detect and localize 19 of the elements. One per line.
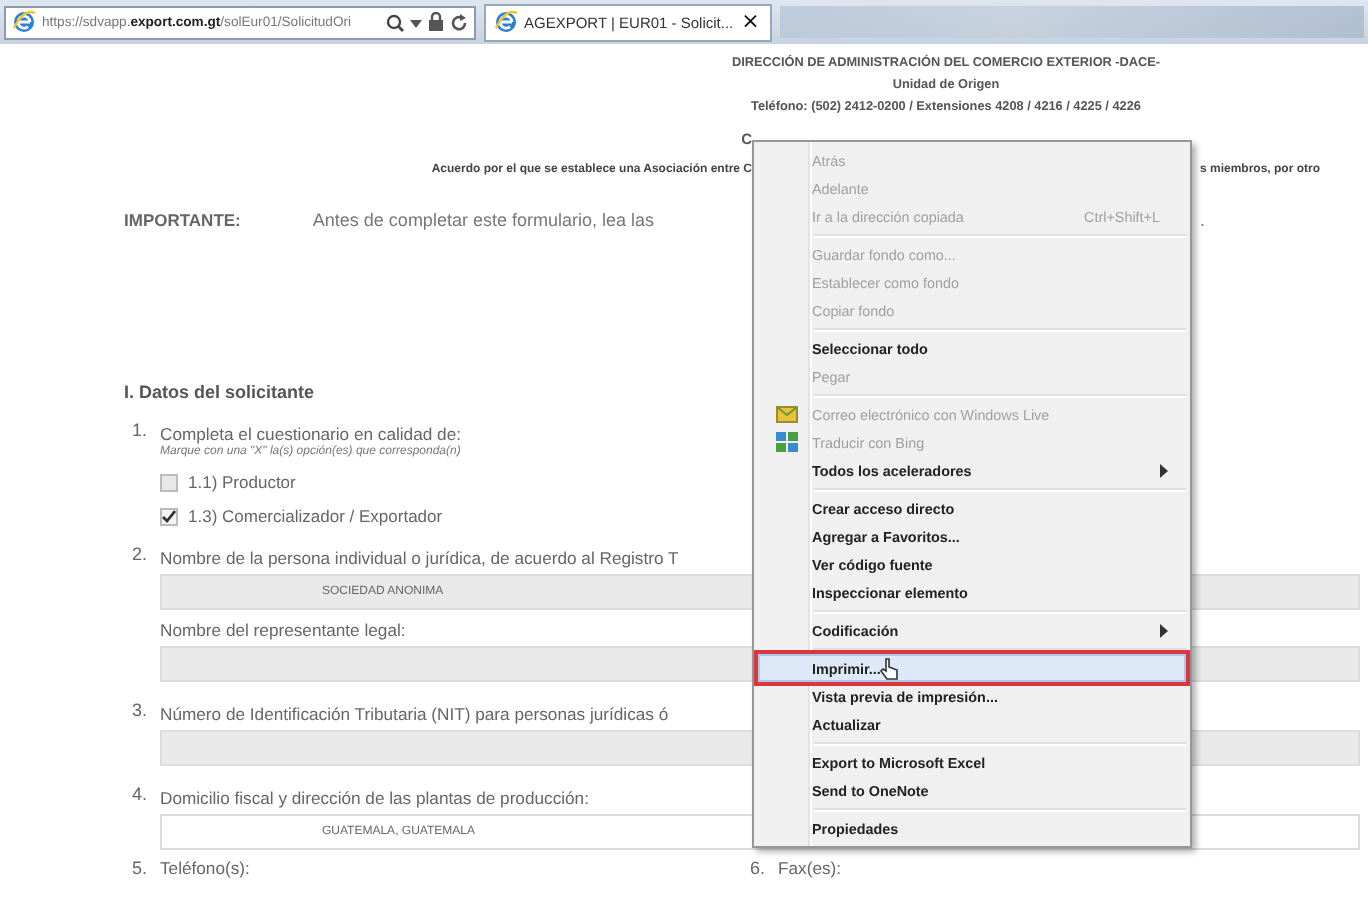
instruction-text: Antes de completar este formulario, lea las bbox=[312, 210, 654, 230]
question-number: 3. bbox=[132, 700, 150, 724]
question-label: Completa el cuestionario en calidad de: bbox=[160, 424, 461, 444]
section-title: I. Datos del solicitante bbox=[124, 382, 317, 402]
question-label: Nombre del representante legal: bbox=[160, 620, 406, 640]
question-number: 6. bbox=[750, 858, 768, 878]
question-label: Número de Identificación Tributaria (NIT) para personas jurídicas ó bbox=[160, 704, 669, 724]
question-label: Domicilio fiscal y dirección de las plantas de producción: bbox=[160, 788, 589, 808]
question-number: 2. bbox=[132, 544, 150, 568]
option-label: 1.1) Productor bbox=[188, 472, 296, 492]
question-label: Fax(es): bbox=[778, 858, 842, 878]
option-label: 1.3) Comercializador / Exportador bbox=[188, 506, 443, 526]
question-number: 5. bbox=[132, 858, 150, 878]
question-number: 4. bbox=[132, 784, 150, 808]
question-number: 1. bbox=[132, 420, 150, 444]
question-label: Teléfono(s): bbox=[160, 858, 250, 878]
instruction-text: . bbox=[1198, 210, 1208, 230]
important-label: IMPORTANTE: bbox=[124, 210, 241, 230]
question-label: Nombre de la persona individual o jurídica, de acuerdo al Registro T bbox=[160, 548, 679, 568]
